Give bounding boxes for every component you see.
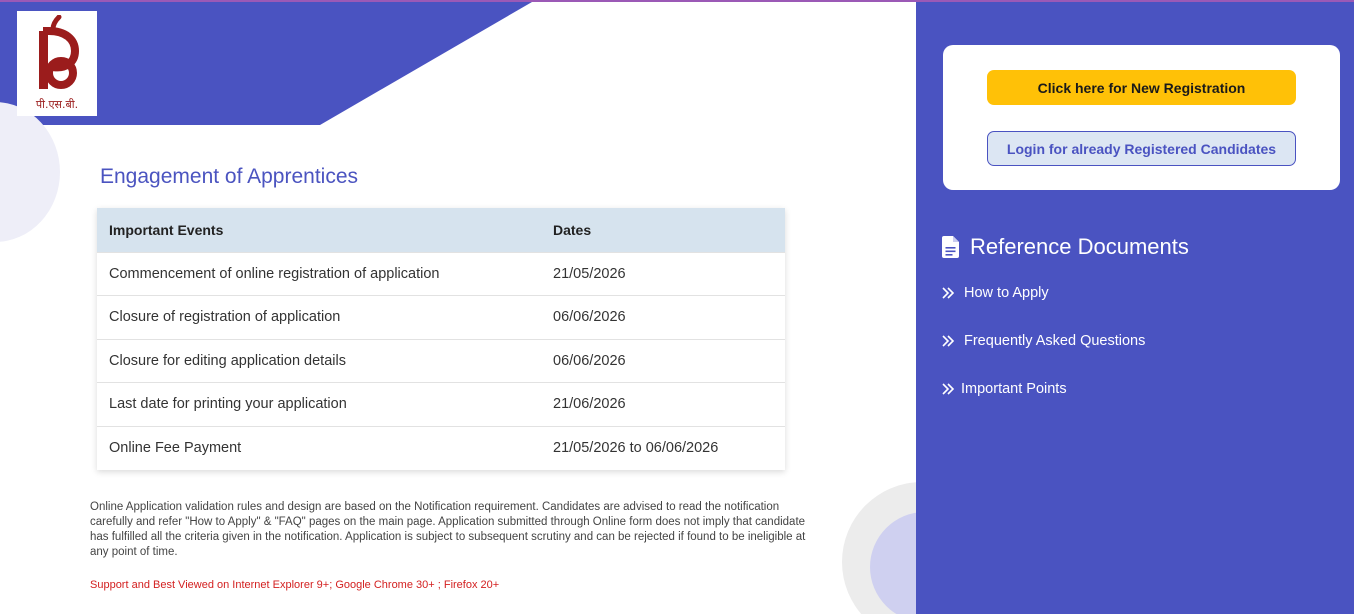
page-title: Engagement of Apprentices [100, 165, 359, 188]
login-button[interactable]: Login for already Registered Candidates [987, 131, 1296, 166]
table-row: Last date for printing your application … [97, 382, 785, 426]
how-to-apply-link[interactable]: How to Apply [942, 285, 1049, 301]
event-cell: Closure for editing application details [97, 338, 541, 383]
link-label: Important Points [961, 381, 1067, 397]
link-label: How to Apply [964, 285, 1049, 301]
double-chevron-right-icon [942, 335, 955, 347]
double-chevron-right-icon [942, 287, 955, 299]
important-events-table: Important Events Dates Commencement of o… [97, 208, 785, 470]
column-header-dates: Dates [541, 208, 785, 252]
double-chevron-right-icon [942, 383, 955, 395]
table-header-row: Important Events Dates [97, 208, 785, 252]
column-header-events: Important Events [97, 208, 541, 252]
reference-documents-title: Reference Documents [970, 234, 1189, 259]
disclaimer-text: Online Application validation rules and … [90, 501, 806, 558]
table-row: Commencement of online registration of a… [97, 251, 785, 296]
event-cell: Online Fee Payment [97, 425, 541, 470]
date-cell: 21/05/2026 [541, 251, 785, 296]
psb-logo[interactable]: पी.एस.बी. [17, 11, 97, 116]
reference-documents-header: Reference Documents [942, 234, 1189, 260]
registration-card: Click here for New Registration Login fo… [943, 45, 1340, 190]
main-content: पी.एस.बी. Engagement of Apprentices Impo… [0, 2, 916, 614]
event-cell: Last date for printing your application [97, 382, 541, 426]
table-row: Online Fee Payment 21/05/2026 to 06/06/2… [97, 425, 785, 470]
faq-link[interactable]: Frequently Asked Questions [942, 333, 1145, 349]
logo-caption: पी.एस.बी. [35, 98, 79, 111]
new-registration-button[interactable]: Click here for New Registration [987, 70, 1296, 105]
sidebar: Click here for New Registration Login fo… [916, 2, 1354, 614]
date-cell: 06/06/2026 [541, 338, 785, 383]
link-label: Frequently Asked Questions [964, 333, 1146, 349]
important-points-link[interactable]: Important Points [942, 381, 1067, 397]
browser-support-note: Support and Best Viewed on Internet Expl… [90, 579, 500, 591]
document-icon [942, 236, 959, 258]
event-cell: Closure of registration of application [97, 295, 541, 339]
date-cell: 06/06/2026 [541, 295, 785, 339]
psb-emblem-icon [39, 15, 79, 89]
date-cell: 21/05/2026 to 06/06/2026 [541, 425, 785, 470]
table-row: Closure for editing application details … [97, 338, 785, 383]
date-cell: 21/06/2026 [541, 382, 785, 426]
table-row: Closure of registration of application 0… [97, 295, 785, 339]
header-banner [0, 2, 532, 125]
event-cell: Commencement of online registration of a… [97, 251, 541, 296]
